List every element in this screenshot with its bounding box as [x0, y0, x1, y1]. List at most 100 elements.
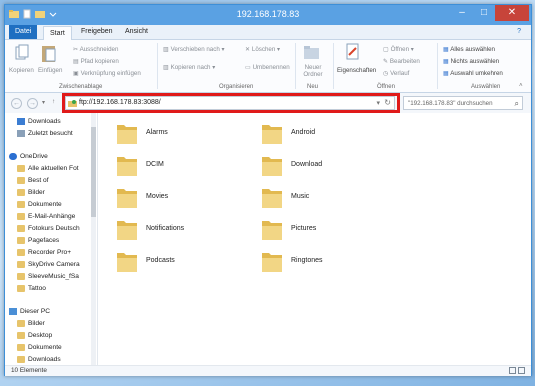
nav-item-label: Bilder	[28, 189, 45, 196]
folder-item[interactable]: Alarms	[116, 121, 256, 147]
nav-item[interactable]: Pagefaces	[17, 235, 59, 246]
paste-button[interactable]: Einfügen	[38, 67, 62, 74]
cut-button[interactable]: ✂ Ausschneiden	[73, 46, 118, 53]
nav-item[interactable]: Desktop	[17, 330, 52, 341]
folder-icon	[17, 355, 25, 363]
nav-item[interactable]: Dokumente	[17, 199, 62, 210]
select-all-button[interactable]: ▦ Alles auswählen	[443, 46, 495, 53]
minimize-button[interactable]: –	[451, 5, 473, 21]
select-none-button[interactable]: ▦ Nichts auswählen	[443, 58, 499, 65]
path-icon: ▤	[73, 58, 81, 65]
tab-start[interactable]: Start	[43, 26, 72, 40]
nav-item-label: OneDrive	[20, 153, 48, 160]
tab-file[interactable]: Datei	[9, 25, 38, 39]
nav-item-label: Dieser PC	[20, 308, 51, 315]
folder-name: Ringtones	[291, 257, 323, 264]
explorer-window: 192.168.178.83 – □ ✕ Datei Start Freigeb…	[4, 4, 532, 376]
scrollbar-thumb[interactable]	[91, 127, 96, 217]
new-folder-icon	[303, 43, 321, 63]
close-button[interactable]: ✕	[495, 5, 529, 21]
move-icon: ▥	[163, 46, 171, 53]
delete-button[interactable]: ✕ Löschen ▾	[245, 46, 280, 53]
nav-item[interactable]: OneDrive	[9, 151, 48, 162]
title-bar: 192.168.178.83 – □ ✕	[5, 5, 531, 25]
nav-item[interactable]: Dokumente	[17, 342, 62, 353]
folder-icon	[116, 153, 138, 177]
nav-item[interactable]: Zuletzt besucht	[17, 128, 73, 139]
folder-item[interactable]: Notifications	[116, 217, 256, 243]
nav-item[interactable]: SkyDrive Camera	[17, 259, 80, 270]
open-button[interactable]: ▢ Öffnen ▾	[383, 46, 414, 53]
nav-item[interactable]: SleeveMusic_fSa	[17, 271, 79, 282]
folder-item[interactable]: Android	[261, 121, 401, 147]
nav-item[interactable]: Bilder	[17, 318, 45, 329]
file-list: Alarms Android DCIM Download Movies Music Noti…	[98, 113, 531, 365]
folder-icon	[17, 188, 25, 196]
edit-button[interactable]: ✎ Bearbeiten	[383, 58, 420, 65]
invert-selection-button[interactable]: ▦ Auswahl umkehren	[443, 70, 503, 77]
nav-item[interactable]: Best of	[17, 175, 49, 186]
folder-item[interactable]: Ringtones	[261, 249, 401, 275]
forward-button[interactable]: →	[27, 98, 38, 109]
nav-item[interactable]: Tattoo	[17, 283, 46, 294]
folder-item[interactable]: Music	[261, 185, 401, 211]
details-view-icon[interactable]	[509, 367, 516, 374]
folder-name: Alarms	[146, 129, 168, 136]
search-icon: ⌕	[514, 99, 519, 108]
nav-item[interactable]: Bilder	[17, 187, 45, 198]
large-icons-view-icon[interactable]	[518, 367, 525, 374]
folder-item[interactable]: Pictures	[261, 217, 401, 243]
nav-item[interactable]: Downloads	[17, 116, 61, 127]
recent-locations-icon[interactable]: ▾	[42, 99, 45, 106]
nav-item-label: Recorder Pro+	[28, 249, 72, 256]
onedrive-icon	[9, 152, 17, 160]
nav-item[interactable]: Fotokurs Deutsch	[17, 223, 80, 234]
move-to-button[interactable]: ▥ Verschieben nach ▾	[163, 46, 225, 53]
nav-item-label: Dokumente	[28, 201, 62, 208]
folder-name: Pictures	[291, 225, 317, 232]
maximize-button[interactable]: □	[473, 5, 495, 21]
group-label-open: Öffnen	[377, 84, 395, 90]
nav-item-label: Pagefaces	[28, 237, 60, 244]
tab-view[interactable]: Ansicht	[119, 25, 154, 39]
copy-to-button[interactable]: ▥ Kopieren nach ▾	[163, 64, 215, 71]
back-button[interactable]: ←	[11, 98, 22, 109]
folder-icon	[17, 331, 25, 339]
nav-item-label: Alle aktuellen Fot	[28, 165, 79, 172]
ribbon-separator	[333, 43, 334, 89]
group-label-clipboard: Zwischenablage	[59, 84, 103, 90]
rename-button[interactable]: ▭ Umbenennen	[245, 64, 290, 71]
folder-item[interactable]: Movies	[116, 185, 256, 211]
folder-name: Podcasts	[146, 257, 175, 264]
status-bar: 10 Elemente	[5, 365, 531, 376]
folder-item[interactable]: DCIM	[116, 153, 256, 179]
history-button[interactable]: ◷ Verlauf	[383, 70, 409, 77]
up-button[interactable]: ↑	[52, 98, 55, 105]
folder-item[interactable]: Podcasts	[116, 249, 256, 275]
tab-share[interactable]: Freigeben	[75, 25, 119, 39]
collapse-ribbon-icon[interactable]: ˄	[519, 82, 523, 89]
folder-icon	[17, 200, 25, 208]
folder-icon	[17, 284, 25, 292]
nav-scrollbar[interactable]	[91, 113, 96, 365]
search-box[interactable]: "192.168.178.83" durchsuchen ⌕	[403, 96, 523, 110]
new-folder-button[interactable]: Neuer Ordner	[299, 64, 327, 78]
nav-item[interactable]: Alle aktuellen Fot	[17, 163, 79, 174]
downloads-icon	[17, 117, 25, 125]
copy-path-button[interactable]: ▤ Pfad kopieren	[73, 58, 119, 65]
help-icon[interactable]: ?	[511, 25, 527, 39]
nav-item[interactable]: E-Mail-Anhänge	[17, 211, 75, 222]
group-label-new: Neu	[307, 84, 319, 90]
folder-icon	[261, 153, 283, 177]
nav-item[interactable]: Dieser PC	[9, 306, 50, 317]
nav-item[interactable]: Downloads	[17, 354, 61, 365]
properties-button[interactable]: Eigenschaften	[337, 67, 376, 74]
folder-item[interactable]: Download	[261, 153, 401, 179]
folder-icon	[17, 260, 25, 268]
paste-shortcut-button[interactable]: ▣ Verknüpfung einfügen	[73, 70, 141, 77]
folder-icon	[261, 121, 283, 145]
nav-item[interactable]: Recorder Pro+	[17, 247, 71, 258]
group-label-organize: Organisieren	[219, 84, 254, 90]
copy-button[interactable]: Kopieren	[9, 67, 34, 74]
address-highlight-box	[62, 93, 400, 113]
